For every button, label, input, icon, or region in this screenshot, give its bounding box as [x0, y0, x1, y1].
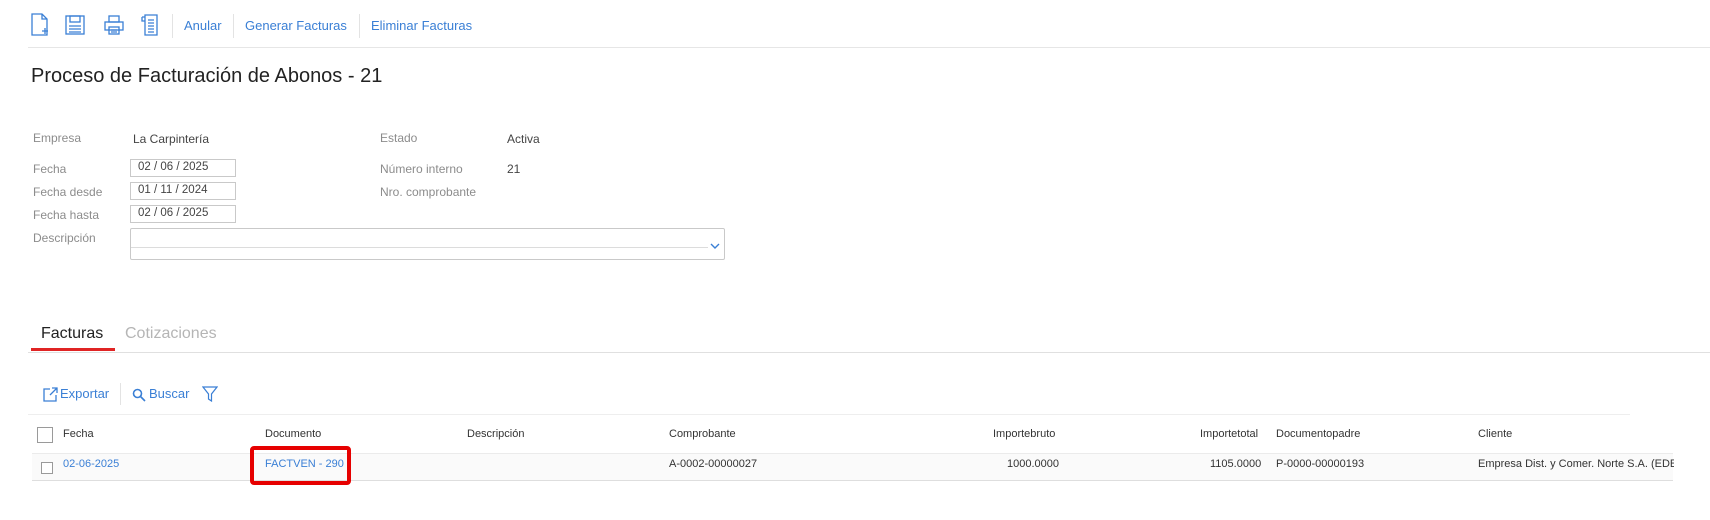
- empresa-value: La Carpintería: [133, 132, 210, 146]
- column-header-descripcion[interactable]: Descripción: [467, 428, 524, 440]
- cell-importetotal: 1105.0000: [1210, 458, 1262, 470]
- fecha-hasta-field[interactable]: 02 / 06 / 2025: [130, 205, 236, 223]
- select-all-checkbox[interactable]: [37, 427, 53, 443]
- tab-cotizaciones[interactable]: Cotizaciones: [125, 325, 217, 343]
- descripcion-field[interactable]: [130, 228, 725, 260]
- column-header-documento[interactable]: Documento: [265, 428, 321, 440]
- toolbar-separator: [359, 14, 360, 38]
- search-icon[interactable]: [132, 388, 146, 402]
- tabs-divider: [28, 352, 1710, 353]
- generar-facturas-button[interactable]: Generar Facturas: [245, 18, 347, 33]
- toolbar-separator: [233, 14, 234, 38]
- cell-cliente: Empresa Dist. y Comer. Norte S.A. (EDE: [1478, 458, 1674, 470]
- eliminar-facturas-button[interactable]: Eliminar Facturas: [371, 18, 472, 33]
- fecha-desde-label: Fecha desde: [33, 185, 103, 199]
- export-icon[interactable]: [43, 387, 58, 402]
- highlight-box: [250, 446, 351, 485]
- anular-button[interactable]: Anular: [184, 18, 222, 33]
- descripcion-underline: [131, 247, 708, 248]
- column-header-cliente[interactable]: Cliente: [1478, 428, 1512, 440]
- exportar-button[interactable]: Exportar: [60, 386, 109, 401]
- row-checkbox[interactable]: [41, 462, 53, 474]
- nro-comprobante-label: Nro. comprobante: [380, 185, 477, 199]
- grid-toolbar-divider: [28, 414, 1630, 415]
- tab-facturas[interactable]: Facturas: [41, 325, 103, 343]
- column-header-documentopadre[interactable]: Documentopadre: [1276, 428, 1360, 440]
- filter-icon[interactable]: [201, 386, 219, 403]
- column-header-fecha[interactable]: Fecha: [63, 428, 94, 440]
- chevron-down-icon[interactable]: [708, 239, 722, 253]
- toolbar-divider: [28, 47, 1710, 48]
- column-header-importebruto[interactable]: Importebruto: [993, 428, 1055, 440]
- active-tab-indicator: [31, 348, 115, 351]
- buscar-button[interactable]: Buscar: [149, 386, 189, 401]
- empresa-label: Empresa: [33, 131, 82, 145]
- estado-value: Activa: [507, 132, 540, 146]
- fecha-field[interactable]: 02 / 06 / 2025: [130, 159, 236, 177]
- save-icon[interactable]: [64, 13, 86, 37]
- new-document-icon[interactable]: [30, 13, 52, 37]
- cell-importebruto: 1000.0000: [1007, 458, 1059, 470]
- fecha-desde-field[interactable]: 01 / 11 / 2024: [130, 182, 236, 200]
- numero-interno-label: Número interno: [380, 162, 463, 176]
- page-title: Proceso de Facturación de Abonos - 21: [31, 65, 383, 87]
- numero-interno-value: 21: [507, 162, 521, 176]
- cell-comprobante: A-0002-00000027: [669, 458, 758, 470]
- document-list-icon[interactable]: [140, 13, 162, 37]
- fecha-hasta-label: Fecha hasta: [33, 208, 100, 222]
- estado-label: Estado: [380, 131, 418, 145]
- descripcion-label: Descripción: [33, 231, 96, 245]
- cell-documentopadre: P-0000-00000193: [1276, 458, 1365, 470]
- column-header-importetotal[interactable]: Importetotal: [1200, 428, 1258, 440]
- cell-fecha[interactable]: 02-06-2025: [63, 458, 119, 470]
- column-header-comprobante[interactable]: Comprobante: [669, 428, 736, 440]
- toolbar-separator: [172, 14, 173, 38]
- grid-toolbar-separator: [120, 383, 121, 405]
- fecha-label: Fecha: [33, 162, 67, 176]
- print-icon[interactable]: [103, 13, 125, 37]
